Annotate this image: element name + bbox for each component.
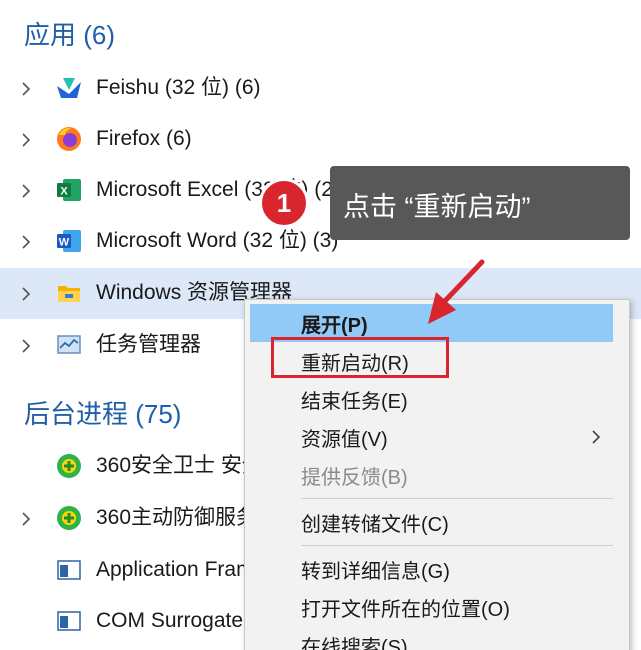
svg-text:W: W — [59, 237, 70, 249]
submenu-arrow-icon — [592, 430, 601, 444]
process-name: 任务管理器 — [96, 333, 201, 356]
process-name: Firefox (6) — [96, 127, 192, 150]
excel-icon: X — [55, 176, 83, 204]
word-icon: W — [55, 227, 83, 255]
restart-highlight-box — [271, 337, 449, 378]
chevron-right-icon[interactable] — [17, 510, 35, 528]
chevron-right-icon[interactable] — [17, 80, 35, 98]
svg-text:X: X — [60, 186, 68, 198]
callout-text: 点击 “重新启动” — [343, 192, 531, 222]
pointer-arrow-icon — [428, 259, 485, 324]
app-window-icon — [55, 607, 83, 635]
menu-separator — [301, 545, 613, 546]
task-manager-icon — [55, 331, 83, 359]
menu-item-label: 结束任务(E) — [301, 390, 408, 413]
menu-item-label: 资源值(V) — [301, 428, 388, 451]
menu-item-label: 提供反馈(B) — [301, 466, 408, 489]
menu-separator — [301, 498, 613, 499]
feishu-icon — [55, 74, 83, 102]
chevron-right-icon[interactable] — [17, 182, 35, 200]
folder-icon — [55, 279, 83, 307]
menu-item-search-online[interactable]: 在线搜索(S) — [250, 626, 613, 650]
chevron-right-icon[interactable] — [17, 285, 35, 303]
chevron-right-icon[interactable] — [17, 337, 35, 355]
menu-item-go-to-details[interactable]: 转到详细信息(G) — [250, 550, 613, 588]
background-section-header[interactable]: 后台进程 (75) — [24, 394, 181, 431]
menu-item-label: 展开(P) — [301, 314, 368, 337]
menu-item-label: 创建转储文件(C) — [301, 513, 449, 536]
instruction-callout: 点击 “重新启动” — [330, 166, 630, 240]
step-number-badge: 1 — [259, 178, 309, 228]
360-shield-icon — [55, 452, 83, 480]
menu-item-label: 转到详细信息(G) — [301, 560, 450, 583]
menu-item-label: 打开文件所在的位置(O) — [301, 598, 510, 621]
menu-item-create-dump[interactable]: 创建转储文件(C) — [250, 503, 613, 541]
chevron-right-icon[interactable] — [17, 233, 35, 251]
chevron-right-icon[interactable] — [17, 131, 35, 149]
process-row-feishu[interactable]: Feishu (32 位) (6) — [0, 63, 641, 114]
360-shield-icon — [55, 504, 83, 532]
menu-item-label: 在线搜索(S) — [301, 636, 408, 650]
firefox-icon — [55, 125, 83, 153]
menu-item-open-file-location[interactable]: 打开文件所在的位置(O) — [250, 588, 613, 626]
menu-item-resource-values[interactable]: 资源值(V) — [250, 418, 613, 456]
process-name: Microsoft Word (32 位) (3) — [96, 229, 339, 252]
apps-section-header[interactable]: 应用 (6) — [24, 15, 115, 52]
menu-item-feedback: 提供反馈(B) — [250, 456, 613, 494]
menu-item-end-task[interactable]: 结束任务(E) — [250, 380, 613, 418]
app-window-icon — [55, 556, 83, 584]
process-name: Feishu (32 位) (6) — [96, 76, 261, 99]
process-name: COM Surrogate — [96, 609, 244, 632]
process-row-firefox[interactable]: Firefox (6) — [0, 114, 641, 165]
